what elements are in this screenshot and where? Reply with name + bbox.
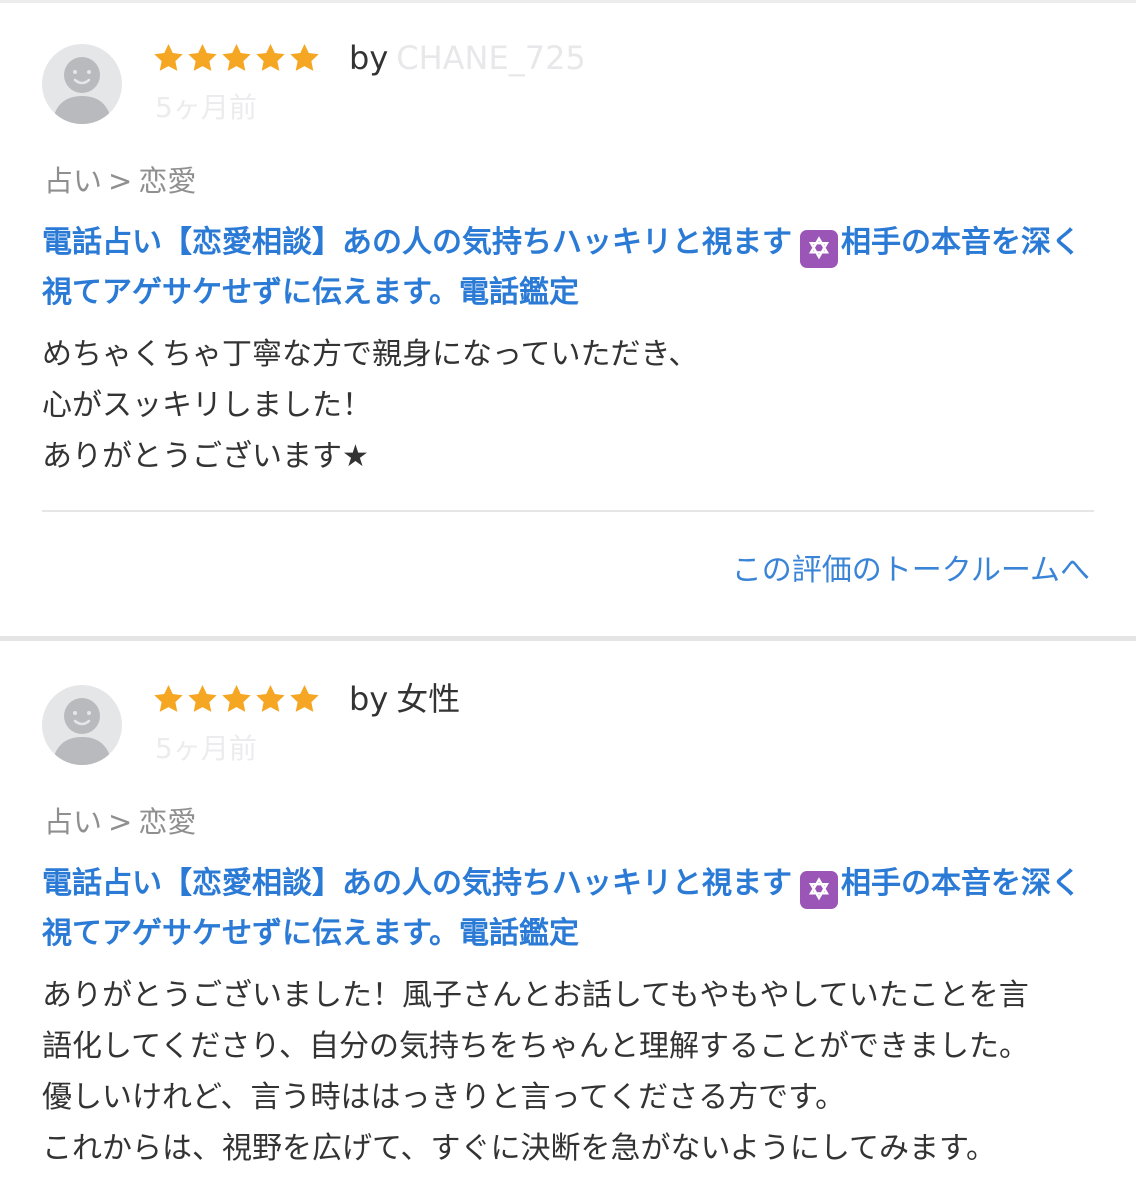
default-user-icon bbox=[52, 698, 112, 765]
review-body: めちゃくちゃ丁寧な方で親身になっていただき、 心がスッキリしました！ ありがとう… bbox=[42, 329, 1112, 482]
category-breadcrumb: 占い > 恋愛 bbox=[44, 160, 196, 202]
category-child: 恋愛 bbox=[138, 805, 197, 839]
star-icon bbox=[222, 43, 251, 71]
by-label: by bbox=[349, 680, 389, 718]
star-icon bbox=[154, 684, 183, 712]
breadcrumb-separator: > bbox=[108, 805, 133, 839]
review-text-line: 心がスッキリしました！ bbox=[42, 388, 372, 423]
review-card: by 女性 5ヶ月前 占い > 恋愛 電話占い【恋愛相談】あの人の気持ちハッキリと視ま… bbox=[0, 641, 1136, 1200]
review-body: ありがとうございました！風子さんとお話してもやもやしていたことを言 語化してくだ… bbox=[42, 970, 1112, 1174]
star-of-david-emoji: ✡ bbox=[800, 871, 838, 909]
star-icon bbox=[188, 43, 217, 71]
review-text-line: 優しいけれど、言う時ははっきりと言ってくださる方です。 bbox=[42, 1080, 846, 1115]
by-label: by bbox=[349, 39, 389, 77]
reviewer-name: 女性 bbox=[396, 680, 461, 718]
category-parent: 占い bbox=[44, 805, 103, 839]
review-text-line: めちゃくちゃ丁寧な方で親身になっていただき、 bbox=[42, 337, 699, 372]
reviewer-label: by CHANE_725 bbox=[349, 36, 586, 80]
star-rating bbox=[152, 681, 321, 721]
review-card: by CHANE_725 5ヶ月前 占い > 恋愛 電話占い【恋愛相談】あの人の気持ち… bbox=[0, 0, 1136, 636]
review-date: 5ヶ月前 bbox=[155, 91, 257, 124]
default-user-icon bbox=[52, 57, 112, 124]
star-icon bbox=[256, 684, 285, 712]
review-date: 5ヶ月前 bbox=[155, 732, 257, 765]
service-title-link[interactable]: 電話占い【恋愛相談】あの人の気持ちハッキリと視ます ✡ 相手の本音を深く視てアゲサケ… bbox=[42, 859, 1102, 959]
star-icon bbox=[222, 684, 251, 712]
star-icon bbox=[290, 684, 319, 712]
breadcrumb-separator: > bbox=[108, 164, 133, 198]
service-title-link[interactable]: 電話占い【恋愛相談】あの人の気持ちハッキリと視ます ✡ 相手の本音を深く視てアゲサケ… bbox=[42, 218, 1102, 318]
star-of-david-emoji: ✡ bbox=[800, 230, 838, 268]
divider bbox=[42, 510, 1094, 512]
avatar bbox=[42, 44, 122, 124]
service-title-part1: 電話占い【恋愛相談】あの人の気持ちハッキリと視ます bbox=[42, 867, 792, 900]
category-child: 恋愛 bbox=[138, 164, 197, 198]
star-icon bbox=[256, 43, 285, 71]
star-icon bbox=[290, 43, 319, 71]
review-text-line: ありがとうございます★ bbox=[42, 439, 369, 474]
talkroom-link[interactable]: この評価のトークルームへ bbox=[732, 550, 1090, 592]
review-text-line: ありがとうございました！風子さんとお話してもやもやしていたことを言 bbox=[42, 978, 1029, 1013]
category-parent: 占い bbox=[44, 164, 103, 198]
review-text-line: 語化してくださり、自分の気持ちをちゃんと理解することができました。 bbox=[42, 1029, 1029, 1064]
star-rating bbox=[152, 40, 321, 80]
reviewer-name: CHANE_725 bbox=[396, 39, 586, 77]
avatar bbox=[42, 685, 122, 765]
service-title-part1: 電話占い【恋愛相談】あの人の気持ちハッキリと視ます bbox=[42, 226, 792, 259]
star-icon bbox=[188, 684, 217, 712]
review-text-line: これからは、視野を広げて、すぐに決断を急がないようにしてみます。 bbox=[42, 1131, 996, 1166]
category-breadcrumb: 占い > 恋愛 bbox=[44, 801, 196, 843]
reviewer-label: by 女性 bbox=[349, 677, 460, 721]
star-icon bbox=[154, 43, 183, 71]
